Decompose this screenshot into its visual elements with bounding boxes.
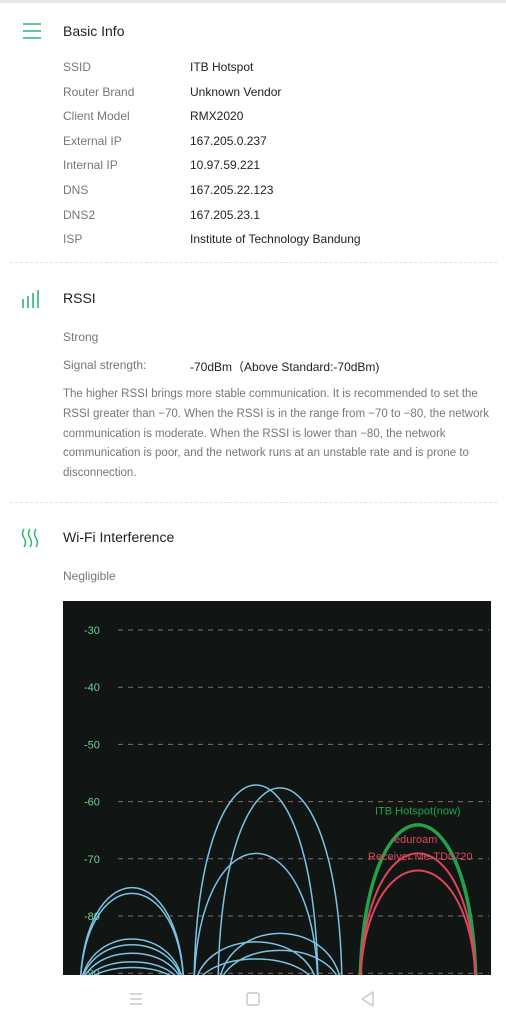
interference-title: Wi-Fi Interference (63, 529, 175, 545)
network-curve (80, 892, 184, 975)
network-curve (217, 787, 343, 975)
y-tick-label: -70 (84, 854, 100, 866)
network-curve-current (358, 823, 478, 975)
info-row: SSID ITB Hotspot (63, 60, 493, 80)
info-key: Router Brand (63, 84, 135, 99)
network-curve (220, 932, 340, 975)
info-value: 167.205.22.123 (190, 183, 274, 197)
interference-header: Wi-Fi Interference (0, 526, 506, 556)
network-curve (193, 784, 319, 975)
rssi-description: The higher RSSI brings more stable commu… (63, 388, 490, 480)
signal-strength-label: Signal strength: (63, 358, 147, 372)
info-row: Internal IP 10.97.59.221 (63, 158, 493, 178)
info-key: Internal IP (63, 158, 118, 173)
rssi-header: RSSI (0, 287, 506, 317)
info-key: DNS (63, 183, 89, 197)
info-row: DNS 167.205.22.123 (63, 183, 493, 203)
info-value: 167.205.0.237 (190, 133, 267, 148)
info-value: RMX2020 (190, 109, 244, 124)
info-value: Institute of Technology Bandung (190, 232, 361, 247)
network-curve (202, 958, 310, 975)
rssi-title: RSSI (63, 290, 96, 306)
info-row: ISP Institute of Technology Bandung (63, 232, 493, 252)
basic-info-title: Basic Info (63, 23, 125, 39)
back-triangle-icon[interactable] (356, 987, 380, 1011)
info-value: 10.97.59.221 (190, 158, 261, 173)
info-row: External IP 167.205.0.237 (63, 134, 493, 154)
info-value: 167.205.23.1 (190, 207, 261, 222)
info-key: ISP (63, 232, 83, 247)
system-nav-bar (0, 975, 506, 1024)
y-tick-label: -50 (84, 739, 100, 751)
wifi-interference-chart: -30 -40 -50 -60 -70 -80 -90 ITB Hotspot(now) edu… (63, 601, 491, 975)
rssi-status: Strong (63, 330, 99, 344)
info-value: Unknown Vendor (190, 84, 282, 99)
network-label: Receiver Me-TD0720 (368, 851, 473, 863)
menu-icon[interactable] (124, 987, 148, 1011)
waves-icon (21, 528, 39, 548)
network-curve (193, 852, 319, 975)
signal-bars-icon (22, 290, 39, 308)
menu-lines-icon (23, 23, 41, 39)
section-divider (10, 262, 497, 263)
top-divider (0, 0, 506, 3)
network-label: ITB Hotspot(now) (375, 805, 461, 817)
interference-status: Negligible (63, 569, 116, 583)
home-square-icon[interactable] (241, 987, 265, 1011)
y-tick-label: -30 (84, 625, 100, 637)
info-key: External IP (63, 133, 122, 148)
info-key: Client Model (63, 109, 130, 124)
info-key: DNS2 (63, 207, 96, 222)
y-tick-label: -60 (84, 797, 100, 809)
network-curve-nearby (359, 869, 477, 975)
info-key: SSID (63, 60, 92, 74)
basic-info-header: Basic Info (0, 20, 506, 50)
chart-canvas: -30-40-50-60-70-80-90ITB Hotspot(now)edu… (79, 625, 489, 975)
network-curve (222, 949, 338, 975)
info-row: DNS2 167.205.23.1 (63, 208, 493, 228)
section-divider (10, 502, 497, 503)
info-row: Client Model RMX2020 (63, 109, 493, 129)
info-row: Router Brand Unknown Vendor (63, 85, 493, 105)
info-value: ITB Hotspot (190, 60, 254, 74)
network-label: eduroam (394, 834, 437, 846)
signal-strength-value: -70dBm（Above Standard:-70dBm) (190, 360, 380, 374)
y-tick-label: -40 (84, 682, 100, 694)
